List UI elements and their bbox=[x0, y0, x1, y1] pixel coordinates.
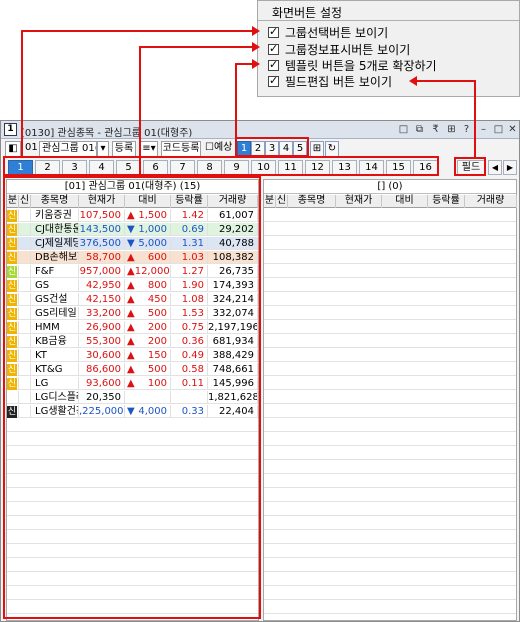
column-header-row: 분 신 종목명 현재가 대비 등락률 거래량 bbox=[264, 195, 517, 208]
empty-row[interactable] bbox=[264, 321, 516, 334]
empty-row[interactable] bbox=[264, 559, 516, 572]
empty-row[interactable] bbox=[264, 293, 516, 306]
pin-icon[interactable]: ₹ bbox=[430, 124, 441, 135]
empty-row[interactable] bbox=[264, 587, 516, 600]
option-label: 그룹선택버튼 보이기 bbox=[285, 25, 389, 40]
empty-row[interactable] bbox=[264, 265, 516, 278]
group-number: 01 bbox=[25, 142, 38, 153]
copy-window-icon[interactable]: ⧉ bbox=[414, 124, 425, 135]
checkbox-checked-icon[interactable] bbox=[268, 74, 279, 87]
empty-row[interactable] bbox=[264, 419, 516, 432]
arrow-right-icon bbox=[252, 42, 260, 52]
empty-row[interactable] bbox=[264, 223, 516, 236]
empty-row[interactable] bbox=[264, 615, 516, 620]
empty-row[interactable] bbox=[264, 307, 516, 320]
connector-line bbox=[235, 63, 237, 139]
connector-line bbox=[416, 80, 476, 82]
checkbox-checked-icon[interactable] bbox=[268, 58, 279, 71]
stock-grid-empty[interactable] bbox=[264, 209, 516, 620]
arrow-right-icon bbox=[252, 26, 260, 36]
col-name[interactable]: 종목명 bbox=[288, 195, 336, 208]
col-credit[interactable]: 신 bbox=[276, 195, 288, 208]
col-change[interactable]: 대비 bbox=[382, 195, 428, 208]
maximize-icon[interactable]: □ bbox=[493, 124, 504, 135]
empty-row[interactable] bbox=[264, 475, 516, 488]
col-rate[interactable]: 등락률 bbox=[428, 195, 465, 208]
checkbox-checked-icon[interactable] bbox=[268, 42, 279, 55]
empty-row[interactable] bbox=[264, 489, 516, 502]
arrow-right-icon bbox=[252, 59, 260, 69]
option-show-group-select[interactable]: 그룹선택버튼 보이기 bbox=[268, 25, 389, 40]
link-icon[interactable]: □ bbox=[398, 124, 409, 135]
group-select[interactable]: 관심그룹 01( bbox=[39, 141, 97, 157]
settings-divider bbox=[258, 20, 519, 21]
group-info-header-empty: [] (0) bbox=[264, 180, 516, 194]
empty-row[interactable] bbox=[264, 503, 516, 516]
list-menu-icon[interactable]: ≡▾ bbox=[140, 141, 158, 157]
annotation-field-button bbox=[454, 157, 486, 176]
right-watchlist-pane: [] (0) 분 신 종목명 현재가 대비 등락률 거래량 bbox=[263, 179, 517, 621]
empty-row[interactable] bbox=[264, 349, 516, 362]
empty-row[interactable] bbox=[264, 531, 516, 544]
grid-icon[interactable]: ⊞ bbox=[446, 124, 457, 135]
empty-row[interactable] bbox=[264, 335, 516, 348]
tab-prev-icon[interactable]: ◀ bbox=[488, 160, 502, 175]
option-label: 템플릿 버튼을 5개로 확장하기 bbox=[285, 58, 437, 73]
tab-next-icon[interactable]: ▶ bbox=[503, 160, 517, 175]
empty-row[interactable] bbox=[264, 433, 516, 446]
annotation-group-tabs bbox=[3, 156, 439, 176]
annotation-template-buttons bbox=[235, 137, 309, 157]
empty-row[interactable] bbox=[264, 447, 516, 460]
connector-line bbox=[235, 63, 253, 65]
empty-row[interactable] bbox=[264, 279, 516, 292]
chevron-down-icon[interactable]: ▾ bbox=[97, 141, 109, 157]
connector-line bbox=[139, 46, 253, 48]
option-show-field-edit[interactable]: 필드편집 버튼 보이기 bbox=[268, 74, 392, 89]
option-label: 그룹정보표시버튼 보이기 bbox=[285, 42, 411, 57]
refresh-icon[interactable]: ↻ bbox=[325, 141, 339, 157]
code-register-button[interactable]: 코드등록 bbox=[161, 141, 201, 157]
option-show-group-info[interactable]: 그룹정보표시버튼 보이기 bbox=[268, 42, 411, 57]
col-price[interactable]: 현재가 bbox=[336, 195, 382, 208]
empty-row[interactable] bbox=[264, 251, 516, 264]
empty-row[interactable] bbox=[264, 209, 516, 222]
close-icon[interactable]: ✕ bbox=[507, 124, 518, 135]
connector-line bbox=[21, 30, 23, 158]
empty-row[interactable] bbox=[264, 391, 516, 404]
layout-icon[interactable]: ⊞ bbox=[310, 141, 324, 157]
option-label: 필드편집 버튼 보이기 bbox=[285, 74, 392, 89]
option-expand-template[interactable]: 템플릿 버튼을 5개로 확장하기 bbox=[268, 58, 437, 73]
connector-line bbox=[21, 30, 253, 32]
col-volume[interactable]: 거래량 bbox=[465, 195, 517, 208]
empty-row[interactable] bbox=[264, 545, 516, 558]
window-title: [0130] 관심종목 - 관심그룹 01(대형주) bbox=[21, 128, 193, 139]
empty-row[interactable] bbox=[264, 377, 516, 390]
annotation-group-info bbox=[3, 176, 261, 619]
register-button[interactable]: 등록 bbox=[112, 141, 136, 157]
empty-row[interactable] bbox=[264, 461, 516, 474]
connector-line bbox=[474, 80, 476, 158]
help-icon[interactable]: ? bbox=[461, 124, 472, 135]
forecast-label: 예상 bbox=[213, 142, 233, 153]
col-type[interactable]: 분 bbox=[264, 195, 276, 208]
empty-row[interactable] bbox=[264, 405, 516, 418]
button-settings-panel: 화면버튼 설정 그룹선택버튼 보이기 그룹정보표시버튼 보이기 템플릿 버튼을 … bbox=[257, 0, 520, 97]
minimize-icon[interactable]: – bbox=[478, 124, 489, 135]
empty-row[interactable] bbox=[264, 573, 516, 586]
forecast-checkbox[interactable]: ☐예상 bbox=[203, 141, 234, 157]
empty-row[interactable] bbox=[264, 237, 516, 250]
checkbox-checked-icon[interactable] bbox=[268, 25, 279, 38]
empty-row[interactable] bbox=[264, 601, 516, 614]
connector-line bbox=[139, 46, 141, 178]
group-select-icon[interactable]: ◧ bbox=[5, 141, 21, 157]
empty-row[interactable] bbox=[264, 363, 516, 376]
arrow-left-icon bbox=[409, 76, 417, 86]
empty-row[interactable] bbox=[264, 517, 516, 530]
app-icon: 1 bbox=[4, 123, 17, 136]
settings-title: 화면버튼 설정 bbox=[272, 6, 343, 20]
